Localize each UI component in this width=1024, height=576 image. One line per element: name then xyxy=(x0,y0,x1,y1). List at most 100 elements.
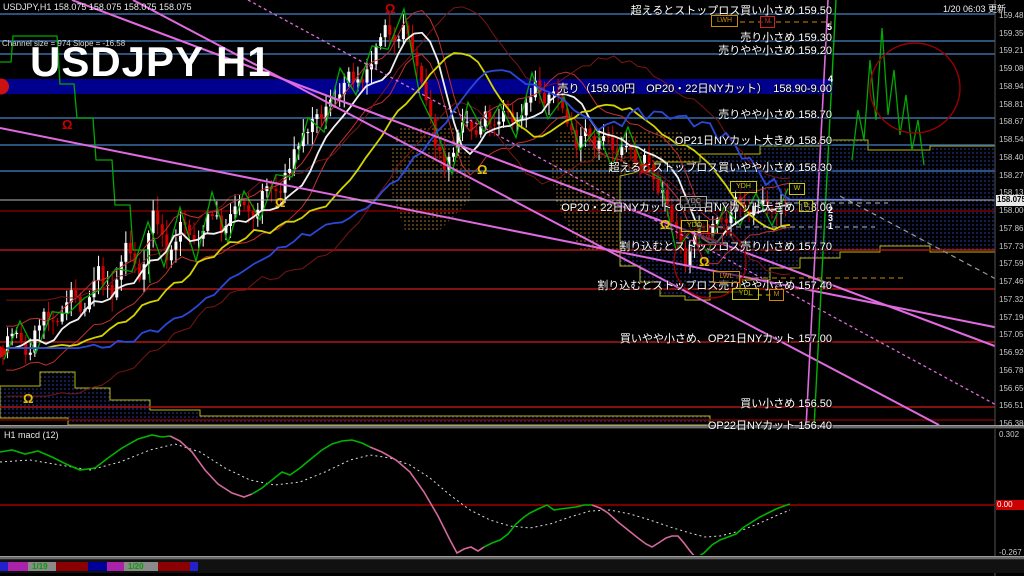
candle-body xyxy=(242,201,246,206)
wave-number-4: 4 xyxy=(828,74,834,84)
session-date-label: 1/19 xyxy=(32,562,48,571)
candle-body xyxy=(97,266,101,281)
candle-body xyxy=(524,102,528,116)
price-axis-label: 158.000 xyxy=(999,206,1024,216)
session-bar-segment xyxy=(56,562,88,571)
level-annotation: 売りやや小さめ 158.70 xyxy=(718,109,832,121)
price-axis-label: 157.055 xyxy=(999,330,1024,340)
level-annotation: 買い小さめ 156.50 xyxy=(740,398,832,410)
candle-body xyxy=(188,224,192,235)
session-bar-segment xyxy=(0,562,8,571)
session-bar-segment xyxy=(158,562,190,571)
omega-marker-gold: Ω xyxy=(23,391,34,406)
price-axis-label: 157.865 xyxy=(999,223,1024,233)
candle-body xyxy=(424,81,428,101)
pivot-marker-m[interactable]: M xyxy=(760,16,775,28)
macd-line xyxy=(369,446,485,555)
price-axis-label: 158.810 xyxy=(999,99,1024,109)
macd-line xyxy=(699,503,791,555)
candle-body xyxy=(656,179,660,193)
candle-body xyxy=(274,189,278,192)
candle-body xyxy=(192,234,196,240)
price-axis-label: 158.675 xyxy=(999,117,1024,127)
price-axis-label: 159.080 xyxy=(999,64,1024,74)
candle-body xyxy=(579,135,583,148)
candle-body xyxy=(611,136,615,151)
candle-body xyxy=(174,241,178,250)
macd-signal-line xyxy=(0,443,791,538)
omega-marker-red: Ω xyxy=(640,161,651,176)
candle-body xyxy=(606,136,610,138)
price-axis-label: 157.730 xyxy=(999,241,1024,251)
candle-body xyxy=(128,242,132,254)
candle-body xyxy=(320,114,323,119)
price-axis-label: 157.595 xyxy=(999,259,1024,269)
candle-body xyxy=(724,218,728,224)
macd-line xyxy=(251,439,371,495)
candle-body xyxy=(51,320,55,322)
price-axis-label: 159.215 xyxy=(999,46,1024,56)
current-price-tag: 158.075 xyxy=(996,195,1024,206)
pivot-marker-m[interactable]: M xyxy=(769,289,784,301)
candle-body xyxy=(356,79,360,83)
pivot-marker-lwl[interactable]: LWL xyxy=(713,271,740,283)
candle-body xyxy=(474,130,478,135)
session-bar-segment xyxy=(88,562,107,571)
pivot-marker-ydo[interactable]: YDO xyxy=(681,220,708,232)
price-axis-label: 156.650 xyxy=(999,383,1024,393)
candle-body xyxy=(56,321,60,323)
level-annotation: 割り込むとストップロス売り小さめ 157.70 xyxy=(619,241,832,253)
price-axis-label: 156.515 xyxy=(999,401,1024,411)
macd-axis-bottom: -0.267 xyxy=(999,548,1022,557)
candle-body xyxy=(178,221,182,242)
price-axis-label: 156.920 xyxy=(999,348,1024,358)
macd-indicator-label: H1 macd (12) xyxy=(4,430,59,440)
macd-line xyxy=(169,435,253,498)
pivot-marker-w[interactable]: W xyxy=(789,183,805,195)
candle-body xyxy=(492,124,496,126)
mt4-chart-window: USDJPY H1 USDJPY,H1 158.075 158.075 158.… xyxy=(0,0,1024,576)
candle-body xyxy=(233,206,237,215)
candle-body xyxy=(624,145,628,148)
candle-body xyxy=(101,266,105,286)
wave-number-5: 5 xyxy=(827,22,833,32)
candle-body xyxy=(379,37,383,46)
candle-body xyxy=(151,210,155,234)
candle-body xyxy=(465,121,469,123)
candle-body xyxy=(78,296,82,312)
channel-info-label: Channel size = 974 Slope = -16.58 xyxy=(2,39,126,48)
drawn-circle[interactable] xyxy=(869,42,961,134)
omega-marker-red: Ω xyxy=(62,117,73,132)
candle-body xyxy=(169,249,173,261)
candle-body xyxy=(529,97,533,103)
session-bar-segment xyxy=(8,562,28,571)
pivot-marker-lwh[interactable]: LWH xyxy=(711,15,738,27)
macd-axis-top: 0.302 xyxy=(999,430,1020,439)
pivot-marker-ydh[interactable]: YDH xyxy=(730,181,757,193)
price-axis-label: 156.380 xyxy=(999,419,1024,429)
candle-body xyxy=(156,210,160,225)
candle-body xyxy=(720,218,724,220)
pivot-marker-ydc[interactable]: YDC xyxy=(680,196,707,208)
price-axis-label: 158.405 xyxy=(999,152,1024,162)
pivot-marker-ydl[interactable]: YDL xyxy=(732,288,759,300)
price-axis-label: 156.785 xyxy=(999,365,1024,375)
omega-marker-gold: Ω xyxy=(699,254,710,269)
candle-body xyxy=(374,45,378,65)
price-axis-label: 159.350 xyxy=(999,28,1024,38)
pivot-marker-lwl[interactable]: LWL xyxy=(696,233,723,245)
macd-line xyxy=(483,504,592,548)
candle-body xyxy=(288,168,292,173)
candle-body xyxy=(279,191,283,193)
candle-body xyxy=(542,92,546,104)
chart-canvas[interactable] xyxy=(0,0,1024,576)
candle-body xyxy=(383,25,387,38)
session-date-label: 1/20 xyxy=(128,562,144,571)
pivot-marker-d[interactable]: D xyxy=(799,200,813,212)
candle-body xyxy=(315,114,319,119)
candle-body xyxy=(602,136,606,141)
pane-divider-top[interactable] xyxy=(0,425,1024,429)
macd-pane[interactable] xyxy=(0,434,995,558)
candle-body xyxy=(60,313,64,322)
candle-body xyxy=(497,121,501,125)
